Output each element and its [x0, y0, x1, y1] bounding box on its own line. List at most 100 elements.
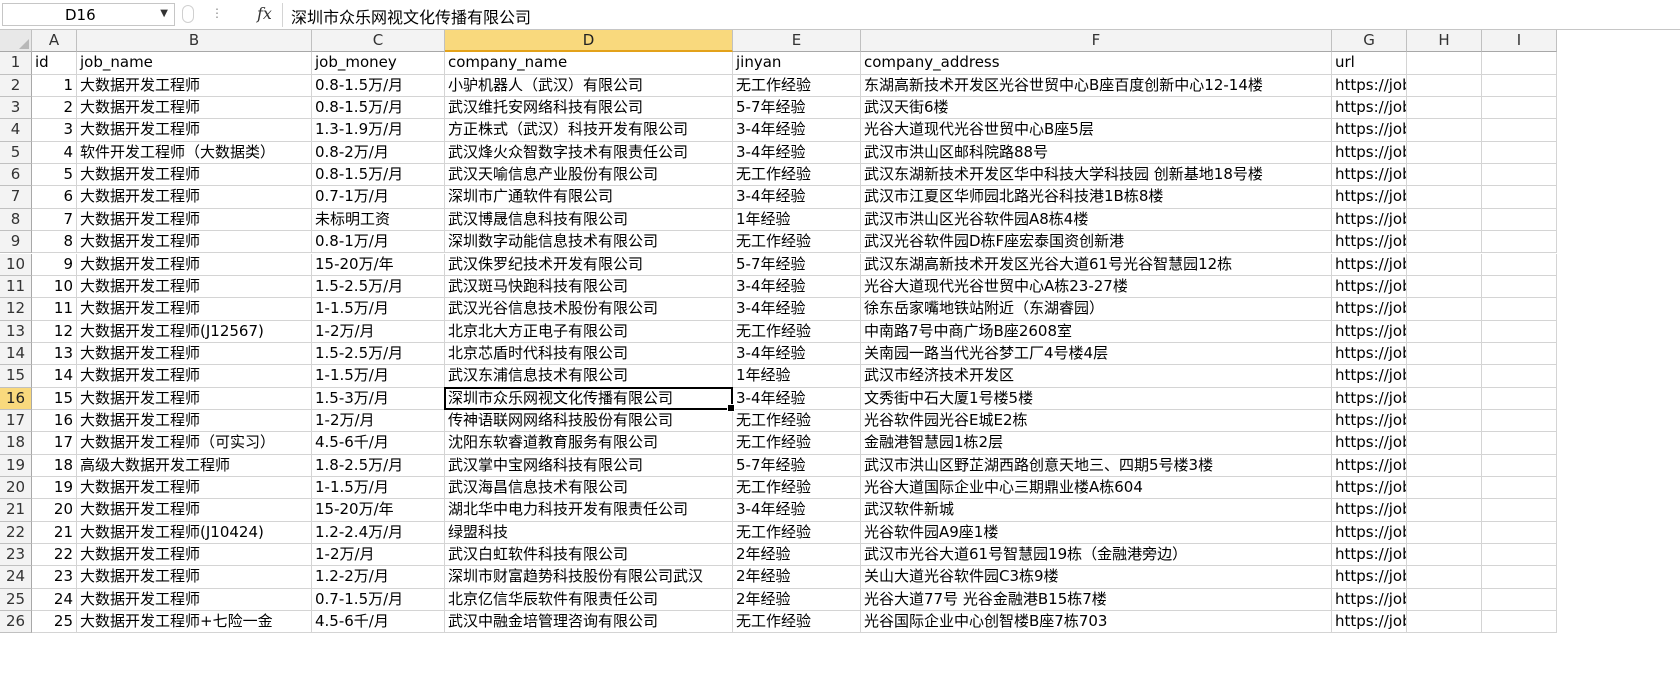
cell-i[interactable]	[1482, 164, 1557, 187]
cell-a[interactable]: 5	[32, 164, 77, 187]
row-header[interactable]: 6	[0, 164, 32, 187]
name-box[interactable]: D16 ▼	[2, 3, 175, 26]
cell-a[interactable]: 12	[32, 320, 77, 343]
cell-g[interactable]: https://jobs.51job.com/wuhan-hsq	[1332, 231, 1407, 254]
cell-g[interactable]: https://jobs.51job.com/wuhan-wc	[1332, 320, 1407, 343]
cell-b[interactable]: 大数据开发工程师	[77, 477, 312, 500]
cell-c[interactable]: 1-2万/月	[312, 320, 445, 343]
cell-a[interactable]: 1	[32, 74, 77, 98]
cell-c[interactable]: 1.2-2万/月	[312, 566, 445, 589]
cell-c[interactable]: 未标明工资	[312, 208, 445, 232]
cell-e[interactable]: 3-4年经验	[733, 186, 861, 209]
cell-e[interactable]: 3-4年经验	[733, 387, 861, 410]
cell-f[interactable]: 武汉软件新城	[861, 499, 1332, 522]
row-header[interactable]: 17	[0, 409, 32, 433]
cell-a[interactable]: id	[32, 52, 77, 75]
row-header[interactable]: 16	[0, 387, 32, 410]
cell-f[interactable]: 光谷大道现代光谷世贸中心A栋23-27楼	[861, 275, 1332, 299]
cell-c[interactable]: 15-20万/年	[312, 253, 445, 276]
cell-d[interactable]: 武汉海昌信息技术有限公司	[445, 477, 733, 500]
cell-c[interactable]: 1.5-2.5万/月	[312, 275, 445, 299]
cell-i[interactable]	[1482, 454, 1557, 477]
cell-b[interactable]: 大数据开发工程师	[77, 387, 312, 410]
cell-h[interactable]	[1407, 52, 1482, 75]
cell-b[interactable]: 大数据开发工程师	[77, 231, 312, 254]
cell-c[interactable]: 0.8-1万/月	[312, 231, 445, 254]
cell-a[interactable]: 2	[32, 97, 77, 120]
cell-i[interactable]	[1482, 342, 1557, 366]
cell-g[interactable]: url	[1332, 52, 1407, 75]
cell-e[interactable]: 5-7年经验	[733, 97, 861, 120]
column-header-a[interactable]: A	[32, 30, 77, 53]
cell-g[interactable]: https://jobs.51job.com/wuhan-wc	[1332, 298, 1407, 321]
cell-f[interactable]: 武汉市洪山区邮科院路88号	[861, 141, 1332, 165]
cell-b[interactable]: 大数据开发工程师	[77, 186, 312, 209]
cell-a[interactable]: 13	[32, 342, 77, 366]
cell-b[interactable]: 大数据开发工程师(J12567)	[77, 320, 312, 343]
cell-b[interactable]: 大数据开发工程师	[77, 298, 312, 321]
cell-a[interactable]: 24	[32, 588, 77, 612]
cell-f[interactable]: 徐东岳家嘴地铁站附近（东湖睿园）	[861, 298, 1332, 321]
cell-i[interactable]	[1482, 566, 1557, 589]
cell-g[interactable]: https://jobs.51job.com/wuhan/10	[1332, 365, 1407, 388]
cell-h[interactable]	[1407, 208, 1482, 232]
cell-c[interactable]: 1-1.5万/月	[312, 365, 445, 388]
cell-d[interactable]: 武汉维托安网络科技有限公司	[445, 97, 733, 120]
cell-b[interactable]: 大数据开发工程师	[77, 164, 312, 187]
cell-c[interactable]: 0.7-1万/月	[312, 186, 445, 209]
cell-e[interactable]: jinyan	[733, 52, 861, 75]
cell-h[interactable]	[1407, 611, 1482, 634]
cell-i[interactable]	[1482, 298, 1557, 321]
cell-i[interactable]	[1482, 477, 1557, 500]
cell-b[interactable]: 高级大数据开发工程师	[77, 454, 312, 477]
cell-i[interactable]	[1482, 186, 1557, 209]
column-header-b[interactable]: B	[77, 30, 312, 53]
cell-h[interactable]	[1407, 432, 1482, 455]
cell-i[interactable]	[1482, 387, 1557, 410]
cell-i[interactable]	[1482, 97, 1557, 120]
cell-b[interactable]: 大数据开发工程师	[77, 342, 312, 366]
cell-i[interactable]	[1482, 231, 1557, 254]
cell-d[interactable]: 小驴机器人（武汉）有限公司	[445, 74, 733, 98]
cell-g[interactable]: https://jobs.51job.com/wuhan-hsq	[1332, 387, 1407, 410]
cell-i[interactable]	[1482, 52, 1557, 75]
cell-f[interactable]: 关山大道光谷软件园C3栋9楼	[861, 566, 1332, 589]
row-header[interactable]: 21	[0, 499, 32, 522]
cell-i[interactable]	[1482, 588, 1557, 612]
cell-a[interactable]: 7	[32, 208, 77, 232]
cell-b[interactable]: 大数据开发工程师(J10424)	[77, 521, 312, 545]
cell-e[interactable]: 无工作经验	[733, 521, 861, 545]
cell-e[interactable]: 无工作经验	[733, 611, 861, 634]
cell-i[interactable]	[1482, 208, 1557, 232]
cell-g[interactable]: https://jobs.51job.com/wuhan/10	[1332, 253, 1407, 276]
row-header[interactable]: 26	[0, 611, 32, 634]
cell-b[interactable]: 大数据开发工程师	[77, 365, 312, 388]
cell-h[interactable]	[1407, 387, 1482, 410]
cell-a[interactable]: 14	[32, 365, 77, 388]
cell-i[interactable]	[1482, 611, 1557, 634]
cell-d[interactable]: 武汉博晟信息科技有限公司	[445, 208, 733, 232]
row-header[interactable]: 13	[0, 320, 32, 343]
cell-b[interactable]: 大数据开发工程师	[77, 544, 312, 567]
cell-g[interactable]: https://jobs.51job.com/wuhan-hsq	[1332, 119, 1407, 142]
cell-i[interactable]	[1482, 320, 1557, 343]
cell-g[interactable]: https://jobs.51job.com/wuhan/10	[1332, 566, 1407, 589]
cell-b[interactable]: job_name	[77, 52, 312, 75]
row-header[interactable]: 24	[0, 566, 32, 589]
cell-d[interactable]: 沈阳东软睿道教育服务有限公司	[445, 432, 733, 455]
cell-c[interactable]: 0.8-1.5万/月	[312, 97, 445, 120]
row-header[interactable]: 25	[0, 588, 32, 612]
cell-c[interactable]: 0.7-1.5万/月	[312, 588, 445, 612]
cell-h[interactable]	[1407, 342, 1482, 366]
cell-a[interactable]: 8	[32, 231, 77, 254]
cell-d[interactable]: 武汉东浦信息技术有限公司	[445, 365, 733, 388]
cell-b[interactable]: 大数据开发工程师	[77, 97, 312, 120]
cell-h[interactable]	[1407, 544, 1482, 567]
cell-d[interactable]: 北京亿信华辰软件有限责任公司	[445, 588, 733, 612]
cell-h[interactable]	[1407, 499, 1482, 522]
row-header[interactable]: 18	[0, 432, 32, 455]
cell-g[interactable]: https://jobs.51job.com/wuhan-hsq	[1332, 275, 1407, 299]
cell-g[interactable]: https://jobs.51job.com/wuhan/81	[1332, 141, 1407, 165]
cell-e[interactable]: 3-4年经验	[733, 119, 861, 142]
formula-bar-resize-handle[interactable]	[182, 5, 194, 23]
